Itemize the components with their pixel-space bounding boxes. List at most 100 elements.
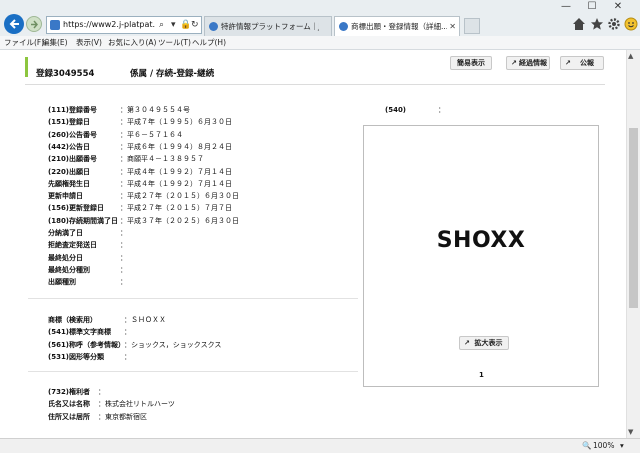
registration-number: 登録3049554 <box>36 69 95 79</box>
menu-favorites[interactable]: お気に入り(A) <box>108 36 156 50</box>
field-label: 最終処分種別 <box>48 265 90 274</box>
field-label: (531)図形等分類 <box>48 352 105 361</box>
field-value: ： <box>120 229 127 237</box>
zoom-icon: 🔍 <box>582 441 592 450</box>
field-value: ：平成７年（１９９５）６月３０日 <box>120 118 232 127</box>
menu-help[interactable]: ヘルプ(H) <box>192 36 226 50</box>
external-link-icon: ↗ <box>511 59 517 67</box>
field-label: 商標（検索用） <box>48 316 97 324</box>
mark-image-label: (540) <box>385 106 407 114</box>
close-window-icon[interactable]: ✕ <box>606 0 630 14</box>
status-bar: 🔍 100% ▾ <box>0 438 640 453</box>
gear-icon[interactable] <box>607 17 621 31</box>
scroll-down-icon[interactable]: ▼ <box>628 428 633 436</box>
enlarge-button[interactable]: ↗ 拡大表示 <box>459 336 509 350</box>
progress-info-label: 経過情報 <box>519 59 547 67</box>
field-value: ：平成４年（１９９２）７月１４日 <box>120 179 232 188</box>
tab-favicon <box>339 22 348 31</box>
menu-edit[interactable]: 編集(E) <box>42 36 68 50</box>
minimize-icon[interactable]: — <box>554 0 578 14</box>
site-favicon <box>50 20 60 30</box>
arrow-right-icon <box>31 20 38 29</box>
back-button[interactable] <box>4 14 24 34</box>
field-value: ：平成４年（１９９２）７月１４日 <box>120 167 232 176</box>
field-value: ： <box>120 278 127 287</box>
section-divider <box>28 298 358 299</box>
header-divider <box>25 84 605 85</box>
refresh-icon[interactable]: ↻ <box>191 17 199 33</box>
field-value: ：平成２７年（２０１５）７月７日 <box>120 204 232 213</box>
field-label: 出願種別 <box>48 278 76 287</box>
section-divider <box>28 371 358 372</box>
field-label: (732)権利者 <box>48 388 91 396</box>
field-label: (210)出願番号 <box>48 155 98 164</box>
gazette-button[interactable]: ↗ 公報 <box>560 56 604 70</box>
status-text: 係属 / 存続-登録-継続 <box>130 69 215 79</box>
field-label: (541)標準文字商標 <box>48 328 112 337</box>
trademark-mark: SHOXX <box>436 228 526 253</box>
zoom-level[interactable]: 100% <box>593 439 614 453</box>
field-label: (220)出願日 <box>48 167 91 176</box>
field-value: ：第３０４９５５４号 <box>120 106 190 114</box>
field-value: ： <box>124 328 131 337</box>
field-label: 更新申請日 <box>48 192 83 201</box>
scroll-up-icon[interactable]: ▲ <box>628 52 633 60</box>
field-label: 最終処分日 <box>48 253 83 262</box>
field-label: (561)称呼（参考情報） <box>48 340 126 349</box>
close-icon[interactable]: ✕ <box>449 17 456 36</box>
dropdown-icon[interactable]: ▾ <box>171 17 176 33</box>
menu-view[interactable]: 表示(V) <box>76 36 102 50</box>
chevron-down-icon[interactable]: ▾ <box>620 439 624 453</box>
field-value: ： <box>124 352 131 361</box>
field-label: (442)公告日 <box>48 142 91 151</box>
field-value: ：平６－５７１６４ <box>120 130 183 139</box>
field-value: ： <box>120 241 127 250</box>
scrollbar-thumb[interactable] <box>629 128 638 308</box>
enlarge-label: 拡大表示 <box>474 339 503 347</box>
tab-label: 商標出願・登録情報（詳細... <box>351 22 447 31</box>
field-value: ：商願平４－１３８９５７ <box>120 155 204 164</box>
tab-trademark-detail[interactable]: 商標出願・登録情報（詳細... ✕ <box>334 16 460 36</box>
tab-label: 特許情報プラットフォーム｜J-PlatPat <box>221 22 319 31</box>
field-value: ： <box>98 388 105 396</box>
field-value: ：東京都新宿区 <box>98 412 147 421</box>
field-label: 住所又は居所 <box>48 412 90 421</box>
menu-bar: ファイル(F) 編集(E) 表示(V) お気に入り(A) ツール(T) ヘルプ(… <box>0 36 640 50</box>
field-label: 拒絶査定発送日 <box>48 241 97 250</box>
field-label: (151)登録日 <box>48 118 91 127</box>
search-icon[interactable]: ⌕ <box>159 17 164 33</box>
field-label: (260)公告番号 <box>48 130 98 139</box>
smiley-feedback-icon[interactable] <box>624 17 638 31</box>
tab-jplatpat[interactable]: 特許情報プラットフォーム｜J-PlatPat <box>204 16 332 36</box>
field-value: ：ショックス，ショックスクス <box>124 340 222 349</box>
field-value: ：平成６年（１９９４）８月２４日 <box>120 142 232 151</box>
forward-button[interactable] <box>26 16 42 32</box>
field-value: ：平成３７年（２０２５）６月３０日 <box>120 216 239 225</box>
new-tab-button[interactable] <box>464 18 480 34</box>
progress-info-button[interactable]: ↗ 経過情報 <box>506 56 550 70</box>
menu-tools[interactable]: ツール(T) <box>158 36 191 50</box>
favorites-star-icon[interactable] <box>590 17 604 31</box>
maximize-icon[interactable]: ☐ <box>580 0 604 14</box>
field-label: (111)登録番号 <box>48 106 98 114</box>
lock-icon: 🔒 <box>180 20 192 30</box>
field-label: 先願権発生日 <box>48 179 90 188</box>
field-label: (180)存続期間満了日 <box>48 216 119 225</box>
address-bar[interactable]: https://www2.j-platpat.in... ⌕ ▾ 🔒 ↻ <box>46 16 202 34</box>
simple-view-button[interactable]: 簡易表示 <box>450 56 492 70</box>
external-link-icon: ↗ <box>565 59 571 67</box>
arrow-left-icon <box>9 19 19 29</box>
image-page-number: 1 <box>479 371 484 379</box>
field-value: ： <box>120 265 127 274</box>
header-accent-bar <box>25 57 28 77</box>
menu-file[interactable]: ファイル(F) <box>4 36 44 50</box>
field-value: ：平成２７年（２０１５）６月３０日 <box>120 192 239 201</box>
home-icon[interactable] <box>572 17 586 31</box>
field-label: 氏名又は名称 <box>48 400 90 409</box>
external-link-icon: ↗ <box>464 339 470 347</box>
field-value: ：ＳＨＯＸＸ <box>124 316 166 324</box>
mark-image-colon: ： <box>438 106 445 114</box>
field-label: 分納満了日 <box>48 229 83 237</box>
field-label: (156)更新登録日 <box>48 204 105 213</box>
field-value: ：株式会社リトルハーツ <box>98 400 175 409</box>
